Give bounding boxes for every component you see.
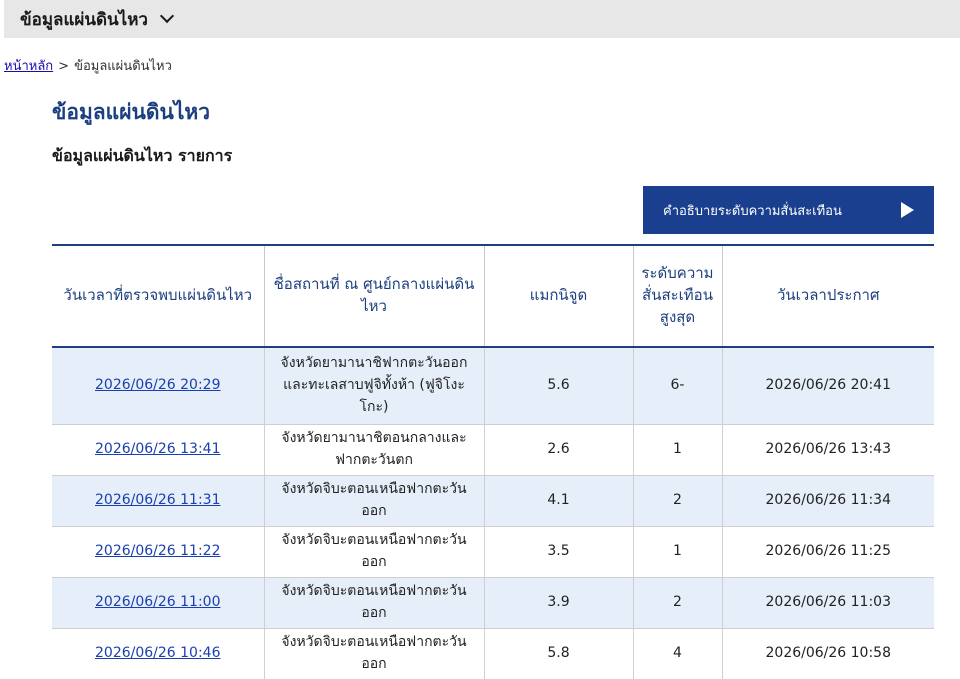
- detected-time-link[interactable]: 2026/06/26 11:00: [95, 594, 221, 610]
- header-magnitude: แมกนิจูด: [483, 244, 633, 348]
- epicenter-cell: จังหวัดจิบะตอนเหนือฟากตะวันออก: [263, 577, 484, 629]
- intensity-cell: 1: [632, 424, 722, 476]
- table-row: 2026/06/26 13:41 จังหวัดยามานาชิตอนกลางแ…: [52, 424, 934, 476]
- detected-cell: 2026/06/26 11:31: [52, 475, 264, 527]
- intensity-cell: 1: [632, 526, 722, 578]
- announced-cell: 2026/06/26 11:25: [721, 526, 934, 578]
- breadcrumb: หน้าหลัก > ข้อมูลแผ่นดินไหว: [4, 55, 172, 76]
- magnitude-cell: 3.9: [483, 577, 633, 629]
- magnitude-cell: 3.5: [483, 526, 633, 578]
- detected-cell: 2026/06/26 20:29: [52, 347, 264, 425]
- epicenter-cell: จังหวัดจิบะตอนเหนือฟากตะวันออก: [263, 526, 484, 578]
- magnitude-cell: 4.1: [483, 475, 633, 527]
- announced-cell: 2026/06/26 20:41: [721, 347, 934, 425]
- intensity-cell: 6-: [632, 347, 722, 425]
- play-arrow-icon: [901, 202, 914, 218]
- detected-cell: 2026/06/26 11:22: [52, 526, 264, 578]
- table-row: 2026/06/26 11:00 จังหวัดจิบะตอนเหนือฟากต…: [52, 577, 934, 629]
- epicenter-cell: จังหวัดจิบะตอนเหนือฟากตะวันออก: [263, 628, 484, 679]
- epicenter-cell: จังหวัดจิบะตอนเหนือฟากตะวันออก: [263, 475, 484, 527]
- intensity-cell: 4: [632, 628, 722, 679]
- announced-cell: 2026/06/26 10:58: [721, 628, 934, 679]
- announced-cell: 2026/06/26 11:03: [721, 577, 934, 629]
- section-header-title: ข้อมูลแผ่นดินไหว: [20, 9, 148, 30]
- intensity-cell: 2: [632, 577, 722, 629]
- header-max-intensity: ระดับความสั่นสะเทือนสูงสุด: [632, 244, 722, 348]
- earthquake-table: วันเวลาที่ตรวจพบแผ่นดินไหว ชื่อสถานที่ ณ…: [52, 244, 934, 679]
- breadcrumb-separator: >: [58, 59, 70, 74]
- table-row: 2026/06/26 20:29 จังหวัดยามานาชิฟากตะวัน…: [52, 347, 934, 425]
- magnitude-cell: 5.6: [483, 347, 633, 425]
- detected-cell: 2026/06/26 13:41: [52, 424, 264, 476]
- header-epicenter: ชื่อสถานที่ ณ ศูนย์กลางแผ่นดินไหว: [263, 244, 484, 348]
- detected-time-link[interactable]: 2026/06/26 20:29: [95, 377, 221, 393]
- breadcrumb-home-link[interactable]: หน้าหลัก: [4, 59, 53, 74]
- page-subtitle: ข้อมูลแผ่นดินไหว รายการ: [52, 146, 233, 165]
- intensity-cell: 2: [632, 475, 722, 527]
- magnitude-cell: 2.6: [483, 424, 633, 476]
- magnitude-cell: 5.8: [483, 628, 633, 679]
- detected-time-link[interactable]: 2026/06/26 11:31: [95, 492, 221, 508]
- page-title: ข้อมูลแผ่นดินไหว: [52, 100, 211, 124]
- chevron-down-icon[interactable]: [159, 8, 175, 24]
- epicenter-cell: จังหวัดยามานาชิฟากตะวันออก และทะเลสาบฟูจ…: [263, 347, 484, 425]
- detected-time-link[interactable]: 2026/06/26 10:46: [95, 645, 221, 661]
- detected-time-link[interactable]: 2026/06/26 11:22: [95, 543, 221, 559]
- detected-cell: 2026/06/26 11:00: [52, 577, 264, 629]
- intensity-explanation-label: คำอธิบายระดับความสั่นสะเทือน: [663, 203, 842, 219]
- table-row: 2026/06/26 11:22 จังหวัดจิบะตอนเหนือฟากต…: [52, 526, 934, 578]
- header-announced-time: วันเวลาประกาศ: [721, 244, 934, 348]
- epicenter-cell: จังหวัดยามานาชิตอนกลางและฟากตะวันตก: [263, 424, 484, 476]
- table-row: 2026/06/26 11:31 จังหวัดจิบะตอนเหนือฟากต…: [52, 475, 934, 527]
- section-header-bar[interactable]: ข้อมูลแผ่นดินไหว: [4, 0, 960, 38]
- header-detected-time: วันเวลาที่ตรวจพบแผ่นดินไหว: [52, 244, 264, 348]
- detected-cell: 2026/06/26 10:46: [52, 628, 264, 679]
- announced-cell: 2026/06/26 13:43: [721, 424, 934, 476]
- intensity-explanation-button[interactable]: คำอธิบายระดับความสั่นสะเทือน: [643, 186, 934, 234]
- detected-time-link[interactable]: 2026/06/26 13:41: [95, 441, 221, 457]
- breadcrumb-current: ข้อมูลแผ่นดินไหว: [74, 59, 172, 74]
- table-header-row: วันเวลาที่ตรวจพบแผ่นดินไหว ชื่อสถานที่ ณ…: [52, 244, 934, 348]
- table-row: 2026/06/26 10:46 จังหวัดจิบะตอนเหนือฟากต…: [52, 628, 934, 679]
- announced-cell: 2026/06/26 11:34: [721, 475, 934, 527]
